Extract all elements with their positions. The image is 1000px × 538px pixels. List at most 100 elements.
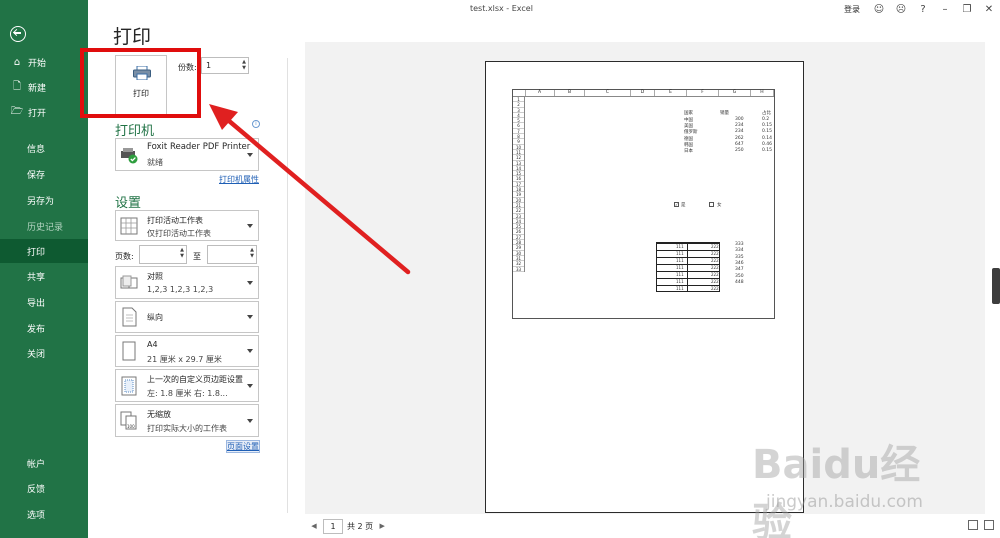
list-item: 333 xyxy=(735,242,744,247)
prev-page-icon[interactable]: ◀ xyxy=(309,522,319,530)
next-page-icon[interactable]: ▶ xyxy=(377,522,387,530)
nav-item-close[interactable]: 关闭 xyxy=(0,341,88,365)
margins-dropdown[interactable]: 上一次的自定义页边距设置 左: 1.8 厘米 右: 1.8... xyxy=(115,369,259,402)
table-cell: 250 xyxy=(735,148,744,153)
pages-to-stepper[interactable]: ▲ ▼ xyxy=(207,245,257,264)
page-navigator: ◀ 1 共 2 页 ▶ xyxy=(309,518,387,534)
nav-item-print[interactable]: 打印 xyxy=(0,239,88,263)
nav-item-account[interactable]: 帐户 xyxy=(0,451,88,475)
table-cell: 111 xyxy=(676,272,684,277)
table-cell: 111 xyxy=(676,258,684,263)
nav-item-save[interactable]: 保存 xyxy=(0,162,88,186)
minimize-icon[interactable]: – xyxy=(934,4,956,15)
paper-size-dropdown[interactable]: A4 21 厘米 x 29.7 厘米 xyxy=(115,335,259,367)
table-cell: 111 xyxy=(676,265,684,270)
nav-item-options[interactable]: 选项 xyxy=(0,502,88,526)
new-file-icon: 🗋 xyxy=(12,80,22,92)
chevron-down-icon xyxy=(247,152,253,157)
table-row xyxy=(657,257,719,258)
no-scaling-icon: 100 xyxy=(120,411,137,429)
stepper-arrows-icon[interactable]: ▲ ▼ xyxy=(180,247,184,259)
table-row xyxy=(657,264,719,265)
nav-item-publish[interactable]: 发布 xyxy=(0,316,88,340)
chevron-down-icon xyxy=(247,223,253,228)
close-window-icon[interactable]: ✕ xyxy=(978,4,1000,15)
view-toggles xyxy=(968,520,994,530)
nav-item-info[interactable]: 信息 xyxy=(0,136,88,160)
chevron-down-icon xyxy=(247,418,253,423)
table-row xyxy=(657,285,719,286)
frown-feedback-icon[interactable]: ☹ xyxy=(890,4,912,15)
page-title: 打印 xyxy=(113,26,152,48)
stepper-arrows-icon[interactable]: ▲ ▼ xyxy=(242,59,246,71)
table-cell: 111 xyxy=(676,251,684,256)
table-row xyxy=(657,278,719,279)
show-margins-icon[interactable] xyxy=(968,520,978,530)
collate-icon xyxy=(120,275,138,288)
printer-dropdown[interactable]: Foxit Reader PDF Printer 就绪 xyxy=(115,138,259,171)
collate-dropdown[interactable]: 对照 1,2,3 1,2,3 1,2,3 xyxy=(115,266,259,299)
table-cell: 222 xyxy=(711,286,719,291)
nav-item-feedback[interactable]: 反馈 xyxy=(0,476,88,500)
watermark-logo: Baidu经验 xyxy=(752,442,921,538)
paper-size-icon xyxy=(122,341,136,361)
table-cell: 德国 xyxy=(684,136,693,142)
current-page-input[interactable]: 1 xyxy=(323,518,343,534)
row-headers: 1 2 3 4 5 6 7 8 9 10 11 12 13 14 15 16 17 18 19 20 21 22 23 24 2… xyxy=(513,97,525,272)
table-cell: 0.15 xyxy=(762,129,773,135)
table-cell: 222 xyxy=(711,279,719,284)
copies-stepper[interactable]: 1 ▲ ▼ xyxy=(201,57,249,74)
table-cell: 222 xyxy=(711,251,719,256)
table-cell: 234 xyxy=(735,129,744,135)
table-cell: 韩国 xyxy=(684,142,693,148)
table-row xyxy=(657,243,719,244)
nav-item-history[interactable]: 历史记录 xyxy=(0,214,88,238)
table-cell: 647 xyxy=(735,141,744,147)
nav-item-share[interactable]: 共享 xyxy=(0,264,88,288)
list-item: 334 xyxy=(735,248,744,254)
highlight-box xyxy=(80,48,201,118)
info-icon[interactable]: i xyxy=(252,120,260,128)
list-item: 346 xyxy=(735,260,744,266)
login-link[interactable]: 登录 xyxy=(844,4,860,15)
print-what-dropdown[interactable]: 打印活动工作表 仅打印活动工作表 xyxy=(115,210,259,241)
margins-icon xyxy=(121,376,137,395)
table-cell: 0.46 xyxy=(762,141,773,147)
row-header: 33 xyxy=(513,267,524,272)
table-cell: 111 xyxy=(676,244,684,249)
table-cell: 日本 xyxy=(684,149,693,154)
scroll-handle[interactable] xyxy=(992,268,1000,304)
svg-text:100: 100 xyxy=(127,424,135,429)
nav-item-save-as[interactable]: 另存为 xyxy=(0,188,88,212)
printer-properties-link[interactable]: 打印机属性 xyxy=(219,174,259,185)
page-setup-link[interactable]: 页面设置 xyxy=(226,440,260,453)
zoom-to-page-icon[interactable] xyxy=(984,520,994,530)
back-arrow-icon[interactable] xyxy=(10,26,26,42)
checkbox-yes[interactable]: ✓ xyxy=(674,202,679,207)
table-row xyxy=(657,271,719,272)
chevron-down-icon xyxy=(247,349,253,353)
smile-feedback-icon[interactable]: ☺ xyxy=(868,4,890,15)
scaling-dropdown[interactable]: 100 无缩放 打印实际大小的工作表 xyxy=(115,404,259,437)
table-cell: 0.15 xyxy=(762,123,773,129)
stepper-arrows-icon[interactable]: ▲ ▼ xyxy=(250,247,254,259)
page-total: 共 2 页 xyxy=(347,521,374,531)
pages-to-label: 至 xyxy=(193,252,201,261)
nav-item-home[interactable]: ⌂ 开始 xyxy=(0,50,88,74)
nav-item-open[interactable]: 🗁 打开 xyxy=(0,100,88,124)
folder-open-icon: 🗁 xyxy=(10,105,24,117)
nav-item-export[interactable]: 导出 xyxy=(0,290,88,314)
pages-from-stepper[interactable]: ▲ ▼ xyxy=(139,245,187,264)
portrait-page-icon xyxy=(122,307,137,327)
restore-icon[interactable]: ❐ xyxy=(956,4,978,15)
nav-item-new[interactable]: 🗋 新建 xyxy=(0,75,88,99)
orientation-dropdown[interactable]: 纵向 xyxy=(115,301,259,333)
list-item: 350 xyxy=(735,273,744,279)
sheet-grid-icon xyxy=(120,217,138,234)
checkbox-female[interactable] xyxy=(709,202,714,207)
window-title: test.xlsx - Excel xyxy=(470,4,533,13)
help-icon[interactable]: ? xyxy=(912,4,934,15)
table-cell: 中国 xyxy=(684,118,693,123)
table-cell: 222 xyxy=(711,272,719,277)
preview-sheet: A B C D E F G H 1 2 3 4 5 6 7 8 9 10 11 12 13 14 15 16 1… xyxy=(512,89,775,319)
